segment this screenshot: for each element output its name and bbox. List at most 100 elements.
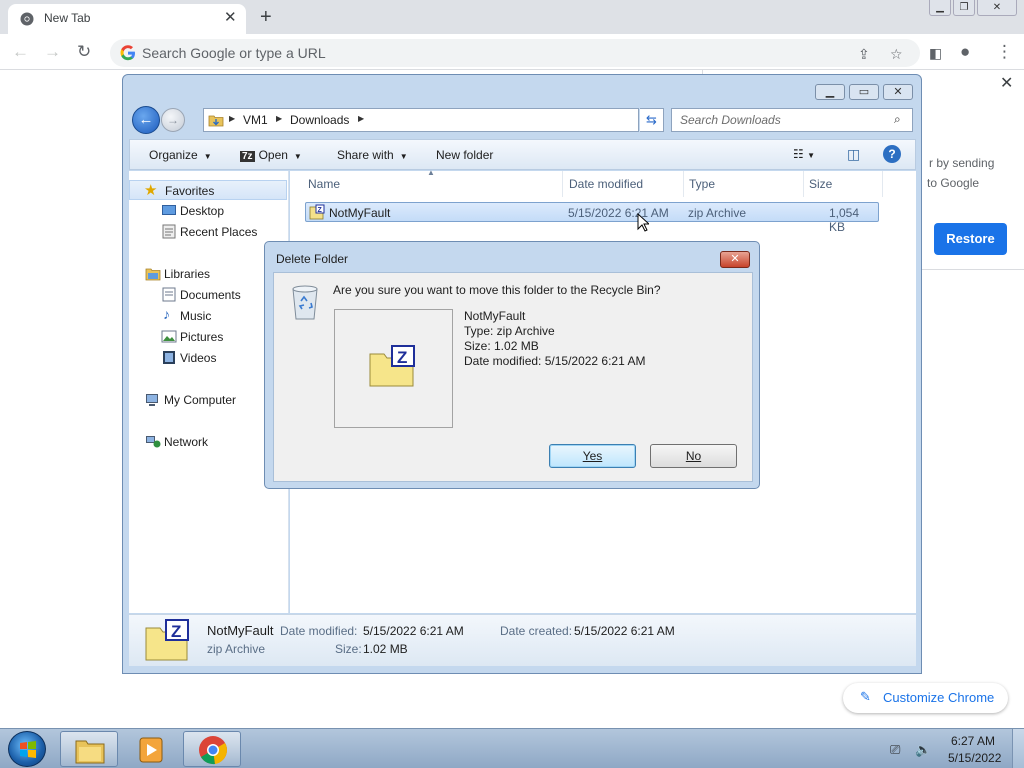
breadcrumb-vm1[interactable]: VM1 xyxy=(243,113,268,127)
svg-text:Z: Z xyxy=(318,207,323,214)
help-icon[interactable]: ? xyxy=(883,145,901,163)
dialog-close-button[interactable]: ✕ xyxy=(720,251,750,268)
chrome-restore-button[interactable]: ❐ xyxy=(953,0,975,16)
column-header-type[interactable]: Type xyxy=(689,177,715,191)
documents-icon xyxy=(162,287,176,302)
details-date-created-label: Date created: xyxy=(500,624,573,638)
omnibox-placeholder: Search Google or type a URL xyxy=(142,45,326,61)
view-options-icon[interactable]: ☷ ▼ xyxy=(793,147,815,161)
customize-chrome-button[interactable]: ✎ Customize Chrome xyxy=(843,683,1008,713)
restore-close-icon[interactable]: ✕ xyxy=(1000,73,1013,93)
details-date-created: 5/15/2022 6:21 AM xyxy=(574,624,675,638)
svg-text:Z: Z xyxy=(171,622,181,641)
svg-text:Z: Z xyxy=(397,348,407,367)
nav-favorites-label: Favorites xyxy=(165,184,215,198)
profile-icon[interactable]: ● xyxy=(960,42,970,62)
nav-network-label: Network xyxy=(164,435,209,449)
explorer-back-button[interactable]: ← xyxy=(132,106,160,134)
taskbar-chrome-button[interactable] xyxy=(183,731,241,767)
share-with-label: Share with xyxy=(337,148,394,162)
menu-kebab-icon[interactable]: ⋮ xyxy=(996,42,1013,62)
dialog-title: Delete Folder xyxy=(276,252,349,266)
nav-desktop[interactable]: Desktop xyxy=(129,201,287,221)
nav-favorites[interactable]: ★ Favorites xyxy=(129,180,287,200)
dialog-item-name: NotMyFault xyxy=(464,309,526,323)
forward-icon[interactable]: → xyxy=(44,42,61,62)
column-header-name[interactable]: Name xyxy=(308,177,340,191)
organize-button[interactable]: Organize ▼ xyxy=(149,148,212,162)
breadcrumb-arrow-icon[interactable]: ▶ xyxy=(358,114,364,123)
share-with-button[interactable]: Share with ▼ xyxy=(337,148,408,162)
breadcrumb-downloads[interactable]: Downloads xyxy=(290,113,349,127)
chrome-minimize-button[interactable]: ▁ xyxy=(929,0,951,16)
search-downloads-input[interactable]: Search Downloads ⌕ xyxy=(671,108,913,132)
chrome-icon xyxy=(20,12,34,26)
google-g-icon xyxy=(120,45,135,61)
folder-icon xyxy=(208,115,224,127)
taskbar-explorer-button[interactable] xyxy=(60,731,118,767)
breadcrumb-arrow-icon[interactable]: ▶ xyxy=(229,114,235,123)
dialog-body: Are you sure you want to move this folde… xyxy=(273,272,753,482)
nav-recent-places[interactable]: Recent Places xyxy=(129,222,287,242)
recent-places-icon xyxy=(162,224,176,239)
breadcrumb-arrow-icon[interactable]: ▶ xyxy=(276,114,282,123)
taskbar-media-player-button[interactable] xyxy=(121,731,179,767)
chrome-icon xyxy=(199,736,227,765)
mouse-cursor-icon xyxy=(637,213,649,232)
show-desktop-button[interactable] xyxy=(1012,729,1024,768)
no-button[interactable]: No xyxy=(650,444,737,468)
column-divider[interactable] xyxy=(683,171,684,197)
nav-recent-places-label: Recent Places xyxy=(180,225,258,239)
file-name: NotMyFault xyxy=(329,206,391,220)
explorer-forward-button[interactable]: → xyxy=(161,108,185,132)
customize-chrome-label: Customize Chrome xyxy=(883,690,995,705)
start-button[interactable] xyxy=(8,731,46,767)
nav-videos-label: Videos xyxy=(180,351,217,365)
side-panel-icon[interactable]: ◧ xyxy=(929,43,942,63)
refresh-icon[interactable]: ⇆ xyxy=(640,108,664,132)
omnibox[interactable]: Search Google or type a URL ⇪ ☆ xyxy=(110,39,920,67)
network-icon xyxy=(146,436,161,448)
media-player-icon xyxy=(139,737,163,763)
clock-time[interactable]: 6:27 AM xyxy=(951,734,995,748)
open-button[interactable]: 7z Open ▼ xyxy=(240,148,302,162)
chrome-close-button[interactable]: ✕ xyxy=(977,0,1017,16)
network-tray-icon[interactable]: ⎚ xyxy=(890,742,900,758)
bookmark-star-icon[interactable]: ☆ xyxy=(890,46,903,63)
restore-button[interactable]: Restore xyxy=(934,223,1007,255)
details-date-modified: 5/15/2022 6:21 AM xyxy=(363,624,464,638)
column-header-size[interactable]: Size xyxy=(809,177,832,191)
new-folder-button[interactable]: New folder xyxy=(436,148,493,162)
sort-arrow-icon: ▲ xyxy=(427,168,435,177)
search-placeholder: Search Downloads xyxy=(680,113,781,127)
videos-icon xyxy=(163,351,175,364)
nav-my-computer-label: My Computer xyxy=(164,393,237,407)
tab-close-icon[interactable]: ✕ xyxy=(224,10,237,26)
reload-icon[interactable]: ↻ xyxy=(77,42,91,62)
preview-pane-icon[interactable]: ◫ xyxy=(847,146,860,163)
explorer-close-button[interactable]: ✕ xyxy=(883,84,913,100)
restore-text-line-2: to Google xyxy=(927,176,980,190)
explorer-maximize-button[interactable]: ▭ xyxy=(849,84,879,100)
file-row[interactable]: Z NotMyFault 5/15/2022 6:21 AM zip Archi… xyxy=(305,202,879,234)
details-file-name: NotMyFault xyxy=(207,623,274,638)
address-bar[interactable]: ▶ VM1 ▶ Downloads ▶ ▼ xyxy=(203,108,714,132)
pencil-icon: ✎ xyxy=(860,689,871,704)
column-divider[interactable] xyxy=(882,171,883,197)
explorer-minimize-button[interactable]: ▁ xyxy=(815,84,845,100)
back-icon[interactable]: ← xyxy=(12,42,29,62)
pictures-icon xyxy=(161,330,177,343)
clock-date[interactable]: 5/15/2022 xyxy=(948,751,1001,765)
tab-new-tab[interactable]: New Tab ✕ xyxy=(8,4,246,34)
file-date-modified: 5/15/2022 6:21 AM xyxy=(568,206,669,220)
column-header-date-modified[interactable]: Date modified xyxy=(569,177,643,191)
volume-icon[interactable]: 🔈 xyxy=(915,742,931,758)
column-divider[interactable] xyxy=(803,171,804,197)
share-icon[interactable]: ⇪ xyxy=(858,46,870,63)
new-tab-button[interactable]: + xyxy=(260,7,272,27)
dialog-item-date: Date modified: 5/15/2022 6:21 AM xyxy=(464,354,646,368)
yes-button[interactable]: Yes xyxy=(549,444,636,468)
no-label: No xyxy=(685,449,702,463)
column-divider[interactable] xyxy=(562,171,563,197)
restore-text-line-1: r by sending xyxy=(929,156,995,170)
